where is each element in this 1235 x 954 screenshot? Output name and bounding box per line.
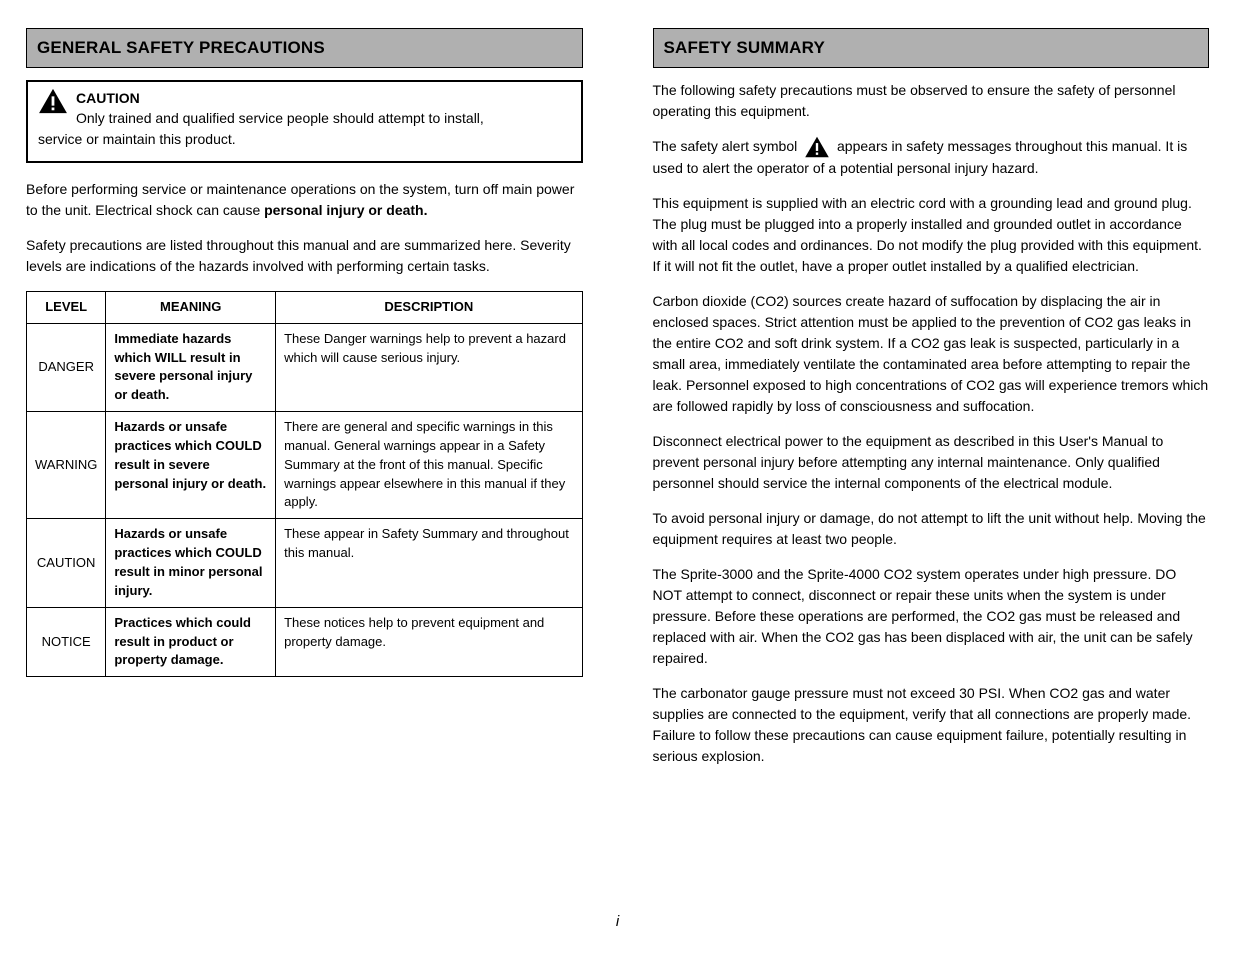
- right-intro: The following safety precautions must be…: [653, 80, 1210, 122]
- right-p4: To avoid personal injury or damage, do n…: [653, 508, 1210, 550]
- th-level: LEVEL: [27, 291, 106, 323]
- right-p1: This equipment is supplied with an elect…: [653, 193, 1210, 277]
- table-row: WARNING Hazards or unsafe practices whic…: [27, 412, 583, 519]
- warning-icon: [804, 136, 830, 158]
- left-para-1: Before performing service or maintenance…: [26, 179, 583, 221]
- caution-box: CAUTION Only trained and qualified servi…: [26, 80, 583, 163]
- warning-icon: [38, 88, 68, 114]
- caution-text-1: Only trained and qualified service peopl…: [76, 110, 484, 126]
- table-row: CAUTION Hazards or unsafe practices whic…: [27, 519, 583, 607]
- right-p5: The Sprite-3000 and the Sprite-4000 CO2 …: [653, 564, 1210, 669]
- right-p3: Disconnect electrical power to the equip…: [653, 431, 1210, 494]
- table-row: NOTICE Practices which could result in p…: [27, 607, 583, 677]
- caution-text-2: service or maintain this product.: [38, 129, 571, 149]
- table-row: DANGER Immediate hazards which WILL resu…: [27, 323, 583, 411]
- caution-label: CAUTION: [76, 90, 140, 106]
- severity-table: LEVEL MEANING DESCRIPTION DANGER Immedia…: [26, 291, 583, 677]
- page-number: i: [0, 913, 1235, 930]
- th-meaning: MEANING: [106, 291, 276, 323]
- left-para-2: Safety precautions are listed throughout…: [26, 235, 583, 277]
- right-p2: Carbon dioxide (CO2) sources create haza…: [653, 291, 1210, 417]
- right-alert-para: The safety alert symbol appears in safet…: [653, 136, 1210, 179]
- left-section-header: GENERAL SAFETY PRECAUTIONS: [26, 28, 583, 68]
- th-description: DESCRIPTION: [276, 291, 582, 323]
- right-section-header: SAFETY SUMMARY: [653, 28, 1210, 68]
- right-p6: The carbonator gauge pressure must not e…: [653, 683, 1210, 767]
